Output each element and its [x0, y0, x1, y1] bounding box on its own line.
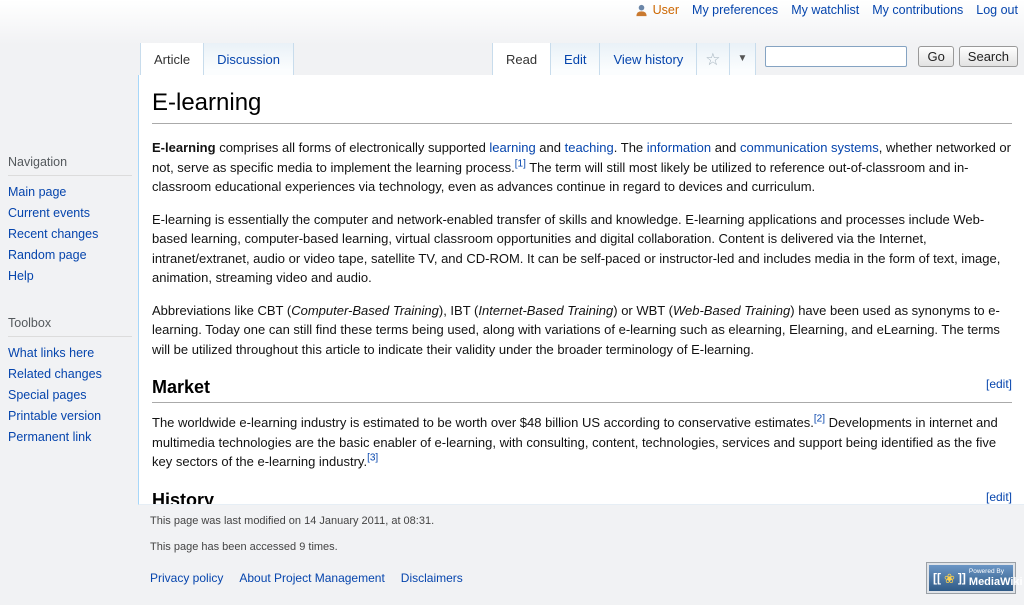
badge-mediawiki-label: MediaWiki: [969, 576, 1023, 588]
footer: This page was last modified on 14 Januar…: [138, 505, 1024, 585]
badge-text: Powered By MediaWiki: [969, 568, 1023, 587]
text-run: Internet-Based Training: [478, 303, 613, 318]
inline-link[interactable]: [1]: [515, 158, 526, 169]
sidebar-item-random-page[interactable]: Random page: [8, 245, 132, 266]
inline-link[interactable]: [3]: [367, 453, 378, 464]
badge-bracket-right: ]]: [958, 572, 966, 584]
text-run: . The: [614, 140, 647, 155]
sidebar-item-printable-version[interactable]: Printable version: [8, 406, 132, 427]
disclaimers-link[interactable]: Disclaimers: [401, 571, 463, 585]
sunflower-icon: ❀: [944, 572, 955, 585]
sidebar-item-permanent-link[interactable]: Permanent link: [8, 427, 132, 448]
last-modified-text: This page was last modified on 14 Januar…: [150, 515, 1024, 527]
text-run: comprises all forms of electronically su…: [216, 140, 490, 155]
tab-view-history[interactable]: View history: [599, 43, 697, 75]
view-tabs: Read Edit View history ☆ ▼ Go Search: [492, 43, 1022, 75]
header: Article Discussion Read Edit View histor…: [138, 0, 1024, 75]
sidebar-item-what-links-here[interactable]: What links here: [8, 343, 132, 364]
text-run: and: [536, 140, 565, 155]
intro-paragraph: E-learning comprises all forms of electr…: [152, 138, 1012, 197]
text-run: ), IBT (: [439, 303, 478, 318]
page-title: E-learning: [152, 89, 1012, 124]
inline-link[interactable]: information: [647, 140, 711, 155]
sidebar-toolbox-title: Toolbox: [8, 316, 132, 337]
search-button[interactable]: Search: [959, 46, 1018, 67]
edit-section-link[interactable]: [edit]: [986, 377, 1012, 391]
sidebar-section-navigation: Navigation Main page Current events Rece…: [8, 155, 132, 286]
footer-links: Privacy policy About Project Management …: [150, 571, 1024, 585]
sidebar-item-current-events[interactable]: Current events: [8, 203, 132, 224]
text-run: The worldwide e-learning industry is est…: [152, 415, 814, 430]
section-heading-market-label: Market: [152, 377, 210, 397]
section-heading-history-label: History: [152, 490, 214, 506]
article-content: E-learning E-learning comprises all form…: [138, 75, 1024, 505]
namespace-tabs: Article Discussion: [140, 43, 293, 75]
sidebar-item-related-changes[interactable]: Related changes: [8, 364, 132, 385]
text-run: Computer-Based Training: [291, 303, 439, 318]
sidebar: Navigation Main page Current events Rece…: [8, 155, 132, 478]
text-run: E-learning: [152, 140, 216, 155]
about-link[interactable]: About Project Management: [239, 571, 384, 585]
intro-paragraph: E-learning is essentially the computer a…: [152, 210, 1012, 288]
section-heading-history: [edit] History: [152, 490, 1012, 506]
tab-article[interactable]: Article: [140, 43, 204, 75]
tab-view-history-label: View history: [613, 52, 683, 67]
sidebar-navigation-title: Navigation: [8, 155, 132, 176]
text-run: E-learning is essentially the computer a…: [152, 212, 1000, 286]
inline-link[interactable]: teaching: [565, 140, 614, 155]
text-run: Web-Based Training: [673, 303, 790, 318]
edit-section-link[interactable]: [edit]: [986, 490, 1012, 504]
intro-paragraph: Abbreviations like CBT (Computer-Based T…: [152, 301, 1012, 360]
tab-edit[interactable]: Edit: [550, 43, 600, 75]
tab-discussion[interactable]: Discussion: [203, 43, 294, 75]
tab-edit-label: Edit: [564, 52, 586, 67]
search-input[interactable]: [765, 46, 907, 67]
sidebar-item-recent-changes[interactable]: Recent changes: [8, 224, 132, 245]
inline-link[interactable]: learning: [489, 140, 535, 155]
chevron-down-icon: ▼: [738, 54, 748, 64]
go-button[interactable]: Go: [918, 46, 953, 67]
text-run: ) or WBT (: [613, 303, 673, 318]
reference-superscript[interactable]: [3]: [367, 453, 378, 464]
text-run: Abbreviations like CBT (: [152, 303, 291, 318]
tab-read[interactable]: Read: [492, 43, 551, 75]
sidebar-section-toolbox: Toolbox What links here Related changes …: [8, 316, 132, 447]
search-form: Go Search: [765, 46, 1018, 67]
badge-bracket-left: [[: [933, 572, 941, 584]
star-icon: ☆: [705, 51, 720, 68]
tab-read-label: Read: [506, 52, 537, 67]
privacy-policy-link[interactable]: Privacy policy: [150, 571, 223, 585]
section-paragraph: The worldwide e-learning industry is est…: [152, 413, 1012, 472]
tab-actions-dropdown[interactable]: ▼: [729, 43, 757, 75]
sidebar-item-help[interactable]: Help: [8, 266, 132, 287]
reference-superscript[interactable]: [2]: [814, 414, 825, 425]
inline-link[interactable]: [2]: [814, 414, 825, 425]
tab-discussion-label: Discussion: [217, 52, 280, 67]
powered-by-mediawiki-badge[interactable]: [[ ❀ ]] Powered By MediaWiki: [926, 562, 1016, 594]
text-run: and: [711, 140, 740, 155]
badge-powered-by-label: Powered By: [969, 568, 1023, 575]
page-access-count-text: This page has been accessed 9 times.: [150, 541, 1024, 553]
sidebar-item-main-page[interactable]: Main page: [8, 182, 132, 203]
section-heading-market: [edit] Market: [152, 377, 1012, 403]
reference-superscript[interactable]: [1]: [515, 158, 526, 169]
mediawiki-badge-inner: [[ ❀ ]] Powered By MediaWiki: [929, 565, 1013, 591]
inline-link[interactable]: communication systems: [740, 140, 879, 155]
sidebar-item-special-pages[interactable]: Special pages: [8, 385, 132, 406]
tab-article-label: Article: [154, 52, 190, 67]
watch-star-tab[interactable]: ☆: [696, 43, 729, 75]
